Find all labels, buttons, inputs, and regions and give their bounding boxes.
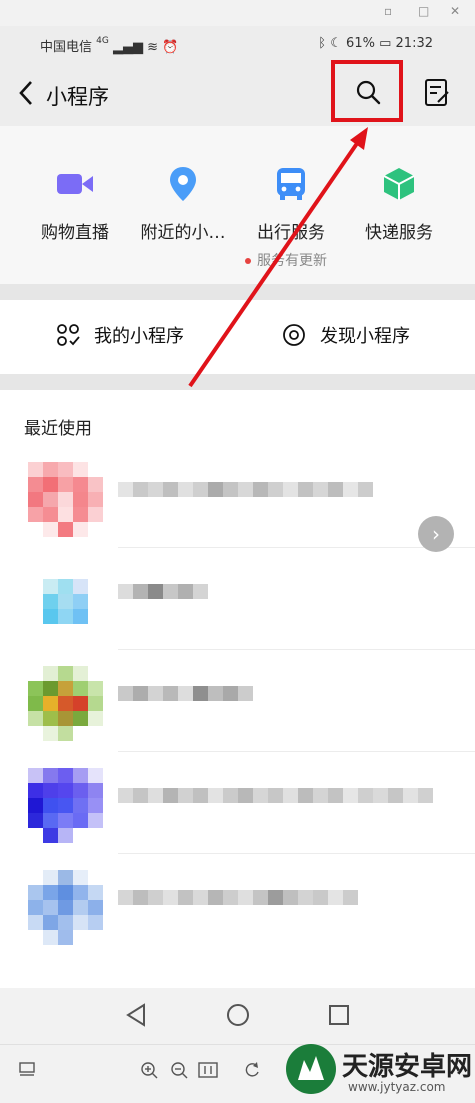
recent-section: 最近使用 › [0, 390, 475, 988]
time-label: 21:32 [395, 36, 433, 51]
watermark-emblem-icon [286, 1044, 336, 1094]
nav-recent-apps-icon[interactable] [327, 1002, 351, 1032]
app-name-redacted [118, 482, 373, 512]
service-shopping-live[interactable]: 购物直播 [20, 164, 130, 243]
search-button[interactable] [331, 60, 403, 122]
app-avatar [28, 666, 103, 741]
carrier-label: 中国电信 [40, 40, 93, 55]
page-title: 小程序 [46, 85, 109, 109]
rotate-icon[interactable] [243, 1061, 261, 1083]
bluetooth-icon: ᛒ [318, 36, 327, 51]
my-miniprograms-icon [57, 324, 80, 346]
app-name-redacted [118, 890, 358, 920]
video-camera-icon [57, 174, 93, 194]
list-item[interactable] [0, 854, 475, 956]
red-dot-icon [245, 258, 251, 264]
search-icon [356, 80, 381, 105]
package-box-icon [383, 168, 415, 200]
battery-label: 61% [346, 36, 375, 51]
nav-home-icon[interactable] [225, 1002, 251, 1032]
location-pin-icon [170, 167, 196, 201]
monitor-icon[interactable] [18, 1061, 36, 1081]
close-icon[interactable]: ✕ [450, 4, 460, 18]
header: 小程序 [0, 60, 475, 126]
service-update-note: 服务有更新 [245, 250, 327, 270]
service-travel[interactable]: 出行服务 [236, 164, 346, 243]
network-label: 4G [96, 36, 109, 46]
moon-icon: ☾ [330, 36, 342, 51]
watermark-brand: 天源安卓网 [342, 1052, 473, 1082]
quick-links: 我的小程序 发现小程序 [0, 300, 475, 374]
discover-miniprograms-link[interactable]: 发现小程序 [282, 322, 410, 348]
service-label: 附近的小… [140, 223, 226, 243]
section-divider [0, 284, 475, 300]
discover-icon [283, 324, 305, 346]
app-name-redacted [118, 788, 433, 818]
nav-back-icon[interactable] [124, 1002, 148, 1032]
service-label: 购物直播 [41, 223, 109, 243]
window-title-bar: ▫ □ ✕ [0, 0, 475, 26]
my-miniprograms-link[interactable]: 我的小程序 [56, 322, 184, 348]
service-label: 出行服务 [257, 223, 325, 243]
minimize-icon[interactable]: ▫ [384, 4, 392, 18]
app-avatar [28, 768, 103, 843]
my-miniprograms-label: 我的小程序 [94, 326, 184, 347]
app-name-redacted [118, 584, 208, 614]
service-label: 快递服务 [365, 223, 433, 243]
list-edit-icon[interactable] [424, 78, 450, 112]
status-left: 中国电信 4G ▂▄▆ ≋ ⏰ [40, 36, 178, 55]
watermark-logo: 天源安卓网 www.jytyaz.com [282, 1040, 472, 1100]
status-right: ᛒ ☾ 61% ▭ 21:32 [318, 36, 433, 51]
actual-size-icon[interactable] [198, 1061, 218, 1083]
service-nearby[interactable]: 附近的小… [128, 164, 238, 243]
app-avatar [28, 564, 103, 639]
list-item[interactable] [0, 548, 475, 650]
service-express[interactable]: 快递服务 [344, 164, 454, 243]
services-panel: 购物直播 附近的小… 出行服务 快递服务 服务有更新 [0, 126, 475, 284]
signal-icon: ▂▄▆ [113, 40, 143, 55]
battery-icon: ▭ [379, 36, 392, 51]
app-name-redacted [118, 686, 253, 716]
alarm-icon: ⏰ [162, 40, 179, 55]
chevron-left-icon[interactable] [18, 80, 34, 111]
update-note-text: 服务有更新 [257, 253, 327, 269]
list-item[interactable] [0, 752, 475, 854]
maximize-icon[interactable]: □ [418, 4, 429, 18]
watermark-url: www.jytyaz.com [348, 1080, 446, 1094]
zoom-out-icon[interactable] [170, 1061, 188, 1083]
app-avatar [28, 462, 103, 537]
app-avatar [28, 870, 103, 945]
chevron-right-icon[interactable]: › [418, 516, 454, 552]
recent-heading: 最近使用 [24, 419, 92, 439]
status-bar: 中国电信 4G ▂▄▆ ≋ ⏰ ᛒ ☾ 61% ▭ 21:32 [0, 26, 475, 64]
system-nav-bar [0, 988, 475, 1044]
zoom-in-icon[interactable] [140, 1061, 158, 1083]
discover-label: 发现小程序 [320, 326, 410, 347]
list-item[interactable] [0, 446, 475, 548]
list-item[interactable] [0, 650, 475, 752]
wifi-icon: ≋ [147, 40, 159, 55]
bus-icon [277, 168, 305, 200]
section-divider [0, 374, 475, 390]
